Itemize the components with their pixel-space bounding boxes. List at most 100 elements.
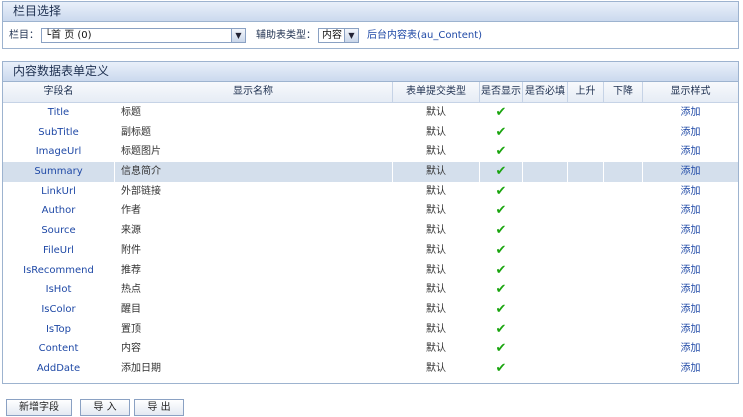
table-row[interactable]: Summary 信息简介 默认 添加 ✔ [3, 162, 738, 182]
column-label: 栏目： [9, 30, 39, 41]
aux-table-value: 内容 [322, 30, 342, 41]
display-style-add-link[interactable]: 添加 [643, 123, 738, 143]
display-style-add-link[interactable]: 添加 [643, 280, 738, 300]
field-name-link[interactable]: IsHot [3, 280, 114, 300]
table-row[interactable]: IsColor 醒目 默认 添加 ✔ [3, 300, 738, 320]
display-name: 置顶 [121, 323, 141, 335]
display-style-add-link[interactable]: 添加 [643, 201, 738, 221]
field-name-link[interactable]: LinkUrl [3, 182, 114, 202]
display-name: 添加日期 [121, 362, 161, 374]
display-name: 内容 [121, 343, 141, 355]
check-icon[interactable]: ✔ [480, 241, 522, 261]
field-name-link[interactable]: ImageUrl [3, 142, 114, 162]
header-display-style: 显示样式 [670, 86, 711, 97]
table-row[interactable]: Title 标题 默认 添加 ✔ [3, 103, 738, 123]
table-row[interactable]: SubTitle 副标题 默认 添加 ✔ [3, 123, 738, 143]
table-row[interactable]: Content 内容 默认 添加 ✔ [3, 339, 738, 359]
check-icon[interactable]: ✔ [480, 221, 522, 241]
display-style-add-link[interactable]: 添加 [643, 221, 738, 241]
header-is-required: 是否必填 [525, 86, 565, 97]
aux-table-select[interactable]: 内容 ▼ [318, 28, 359, 43]
submit-type: 默认 [426, 107, 446, 118]
submit-type: 默认 [426, 146, 446, 158]
table-row[interactable]: LinkUrl 外部链接 默认 添加 ✔ [3, 182, 738, 202]
column-select-value: └首 页 (0) [45, 30, 92, 41]
header-move-up: 上升 [575, 86, 596, 97]
submit-type: 默认 [426, 205, 446, 217]
display-name: 作者 [121, 205, 141, 217]
display-name: 副标题 [121, 126, 151, 138]
submit-type: 默认 [426, 264, 446, 276]
display-name: 标题 [121, 107, 141, 118]
display-style-add-link[interactable]: 添加 [643, 320, 738, 340]
export-button[interactable]: 导 出 [134, 399, 184, 416]
table-header: 字段名 显示名称 表单提交类型 是否显示 是否必填 上升 下降 显示样式 [3, 82, 738, 103]
table-row[interactable]: AddDate 添加日期 默认 添加 ✔ [3, 359, 738, 379]
row-separator [522, 162, 523, 182]
field-name-link[interactable]: IsTop [3, 320, 114, 340]
display-name: 热点 [121, 284, 141, 296]
check-icon[interactable]: ✔ [480, 142, 522, 162]
submit-type: 默认 [426, 303, 446, 315]
table-row[interactable]: FileUrl 附件 默认 添加 ✔ [3, 241, 738, 261]
row-separator [603, 162, 604, 182]
table-row[interactable]: IsRecommend 推荐 默认 添加 ✔ [3, 261, 738, 281]
field-name-link[interactable]: Content [3, 339, 114, 359]
check-icon[interactable]: ✔ [480, 201, 522, 221]
table-row[interactable]: Author 作者 默认 添加 ✔ [3, 201, 738, 221]
field-name-link[interactable]: Title [3, 103, 114, 123]
chevron-down-icon[interactable]: ▼ [344, 29, 358, 42]
field-table-body: Title 标题 默认 添加 ✔ SubTitle 副标题 默认 添加 ✔ ImageUrl 标题图片… [3, 103, 738, 379]
check-icon[interactable]: ✔ [480, 103, 522, 123]
import-button[interactable]: 导 入 [80, 399, 130, 416]
display-style-add-link[interactable]: 添加 [643, 182, 738, 202]
display-style-add-link[interactable]: 添加 [643, 103, 738, 123]
display-style-add-link[interactable]: 添加 [643, 142, 738, 162]
field-name-link[interactable]: SubTitle [3, 123, 114, 143]
table-row[interactable]: IsHot 热点 默认 添加 ✔ [3, 280, 738, 300]
column-select-title: 栏目选择 [3, 2, 738, 22]
submit-type: 默认 [426, 284, 446, 296]
chevron-down-icon[interactable]: ▼ [231, 29, 245, 42]
table-row[interactable]: IsTop 置顶 默认 添加 ✔ [3, 320, 738, 340]
field-name-link[interactable]: AddDate [3, 359, 114, 379]
header-submit-type: 表单提交类型 [406, 86, 466, 97]
display-style-add-link[interactable]: 添加 [643, 339, 738, 359]
submit-type: 默认 [426, 185, 446, 197]
header-is-shown: 是否显示 [481, 86, 521, 97]
check-icon[interactable]: ✔ [480, 300, 522, 320]
field-name-link[interactable]: IsColor [3, 300, 114, 320]
backend-table-name: 后台内容表(au_Content) [367, 30, 483, 41]
check-icon[interactable]: ✔ [480, 162, 522, 182]
table-row[interactable]: ImageUrl 标题图片 默认 添加 ✔ [3, 142, 738, 162]
check-icon[interactable]: ✔ [480, 261, 522, 281]
add-field-button[interactable]: 新增字段 [6, 399, 72, 416]
submit-type: 默认 [426, 166, 446, 178]
form-definition-title: 内容数据表单定义 [3, 62, 738, 82]
display-name: 来源 [121, 225, 141, 237]
submit-type: 默认 [426, 225, 446, 237]
check-icon[interactable]: ✔ [480, 280, 522, 300]
check-icon[interactable]: ✔ [480, 123, 522, 143]
display-style-add-link[interactable]: 添加 [643, 162, 738, 182]
display-style-add-link[interactable]: 添加 [643, 359, 738, 379]
aux-table-label: 辅助表类型： [256, 30, 316, 41]
field-name-link[interactable]: Source [3, 221, 114, 241]
table-row[interactable]: Source 来源 默认 添加 ✔ [3, 221, 738, 241]
column-select[interactable]: └首 页 (0) ▼ [41, 28, 246, 43]
field-name-link[interactable]: Author [3, 201, 114, 221]
field-name-link[interactable]: FileUrl [3, 241, 114, 261]
display-style-add-link[interactable]: 添加 [643, 241, 738, 261]
display-style-add-link[interactable]: 添加 [643, 261, 738, 281]
check-icon[interactable]: ✔ [480, 359, 522, 379]
display-name: 推荐 [121, 264, 141, 276]
field-name-link[interactable]: Summary [3, 162, 114, 182]
display-name: 醒目 [121, 303, 141, 315]
check-icon[interactable]: ✔ [480, 339, 522, 359]
column-select-row: 栏目： └首 页 (0) ▼ 辅助表类型： 内容 ▼ 后台内容表(au_Cont… [3, 22, 738, 49]
check-icon[interactable]: ✔ [480, 320, 522, 340]
header-field: 字段名 [43, 86, 74, 97]
field-name-link[interactable]: IsRecommend [3, 261, 114, 281]
check-icon[interactable]: ✔ [480, 182, 522, 202]
display-style-add-link[interactable]: 添加 [643, 300, 738, 320]
